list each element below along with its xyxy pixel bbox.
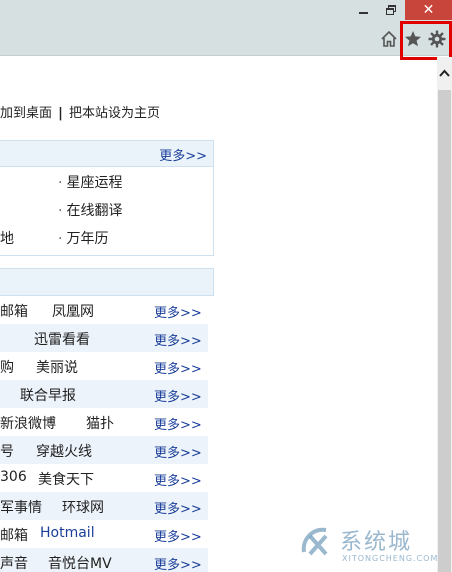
minimize-button[interactable] (350, 0, 376, 20)
site-link[interactable]: 号 (0, 441, 14, 461)
site-link[interactable]: Hotmail (40, 525, 95, 541)
tool-link-translate[interactable]: · 在线翻译 (58, 200, 122, 220)
top-links: 加到桌面 | 把本站设为主页 (0, 102, 160, 121)
highlight-annotation (400, 21, 452, 60)
site-link[interactable]: 猫扑 (86, 413, 114, 433)
site-row: 邮箱 Hotmail 更多>> (0, 520, 208, 548)
site-row: 声音 音悦台MV 更多>> (0, 548, 208, 572)
site-row: 迅雷看看 更多>> (0, 324, 208, 352)
set-homepage-link[interactable]: 把本站设为主页 (69, 106, 160, 121)
row-more-link[interactable]: 更多>> (154, 386, 202, 405)
site-link[interactable]: 新浪微博 (0, 413, 56, 433)
close-icon: ✕ (422, 2, 435, 18)
site-row: 联合早报 更多>> (0, 380, 208, 408)
watermark-subtext: XITONGCHENG.COM (342, 554, 439, 563)
site-row: 新浪微博 猫扑 更多>> (0, 408, 208, 436)
site-link[interactable]: 邮箱 (0, 301, 28, 321)
restore-icon (386, 5, 396, 15)
site-row: 购 美丽说 更多>> (0, 352, 208, 380)
row-more-link[interactable]: 更多>> (154, 498, 202, 517)
site-link[interactable]: 音悦台MV (48, 553, 112, 572)
site-row: 306 美食天下 更多>> (0, 464, 208, 492)
home-button[interactable] (378, 28, 400, 50)
row-more-link[interactable]: 更多>> (154, 302, 202, 321)
site-link[interactable]: 306 (0, 469, 27, 485)
site-link[interactable]: 凤凰网 (52, 301, 94, 321)
tool-link-calendar[interactable]: · 万年历 (58, 228, 108, 248)
site-link[interactable]: 军事情 (0, 497, 42, 517)
tool-link-partial[interactable]: 地 (0, 228, 14, 248)
site-row: 邮箱 凤凰网 更多>> (0, 296, 208, 324)
site-link[interactable]: 购 (0, 357, 14, 377)
scrollbar-thumb[interactable] (438, 90, 451, 572)
site-link[interactable]: 邮箱 (0, 525, 28, 545)
chevron-up-icon (439, 69, 450, 77)
site-link[interactable]: 迅雷看看 (34, 329, 90, 349)
row-more-link[interactable]: 更多>> (154, 526, 202, 545)
row-more-link[interactable]: 更多>> (154, 442, 202, 461)
row-more-link[interactable]: 更多>> (154, 330, 202, 349)
watermark-text: 系统城 (340, 530, 413, 555)
row-more-link[interactable]: 更多>> (154, 414, 202, 433)
site-link[interactable]: 环球网 (62, 497, 104, 517)
restore-button[interactable] (377, 0, 405, 20)
row-more-link[interactable]: 更多>> (154, 554, 202, 572)
site-link[interactable]: 声音 (0, 553, 28, 572)
watermark: 系统城 XITONGCHENG.COM (298, 518, 448, 572)
site-link[interactable]: 美食天下 (38, 469, 94, 489)
add-to-desktop-link[interactable]: 加到桌面 (0, 106, 52, 121)
minimize-icon (358, 12, 368, 14)
site-row: 号 穿越火线 更多>> (0, 436, 208, 464)
home-icon (381, 30, 397, 47)
close-button[interactable]: ✕ (405, 0, 452, 20)
row-more-link[interactable]: 更多>> (154, 470, 202, 489)
site-link[interactable]: 美丽说 (36, 357, 78, 377)
sites-panel-header (0, 268, 214, 296)
scroll-up-button[interactable] (437, 62, 452, 84)
row-more-link[interactable]: 更多>> (154, 358, 202, 377)
tools-panel-header: 更多>> (0, 141, 213, 167)
tool-link-horoscope[interactable]: · 星座运程 (58, 172, 122, 192)
site-link[interactable]: 穿越火线 (36, 441, 92, 461)
link-separator: | (58, 106, 63, 121)
site-link[interactable]: 联合早报 (20, 385, 76, 405)
watermark-logo-icon (301, 527, 328, 556)
site-row: 军事情 环球网 更多>> (0, 492, 208, 520)
tools-more-link[interactable]: 更多>> (159, 145, 207, 164)
